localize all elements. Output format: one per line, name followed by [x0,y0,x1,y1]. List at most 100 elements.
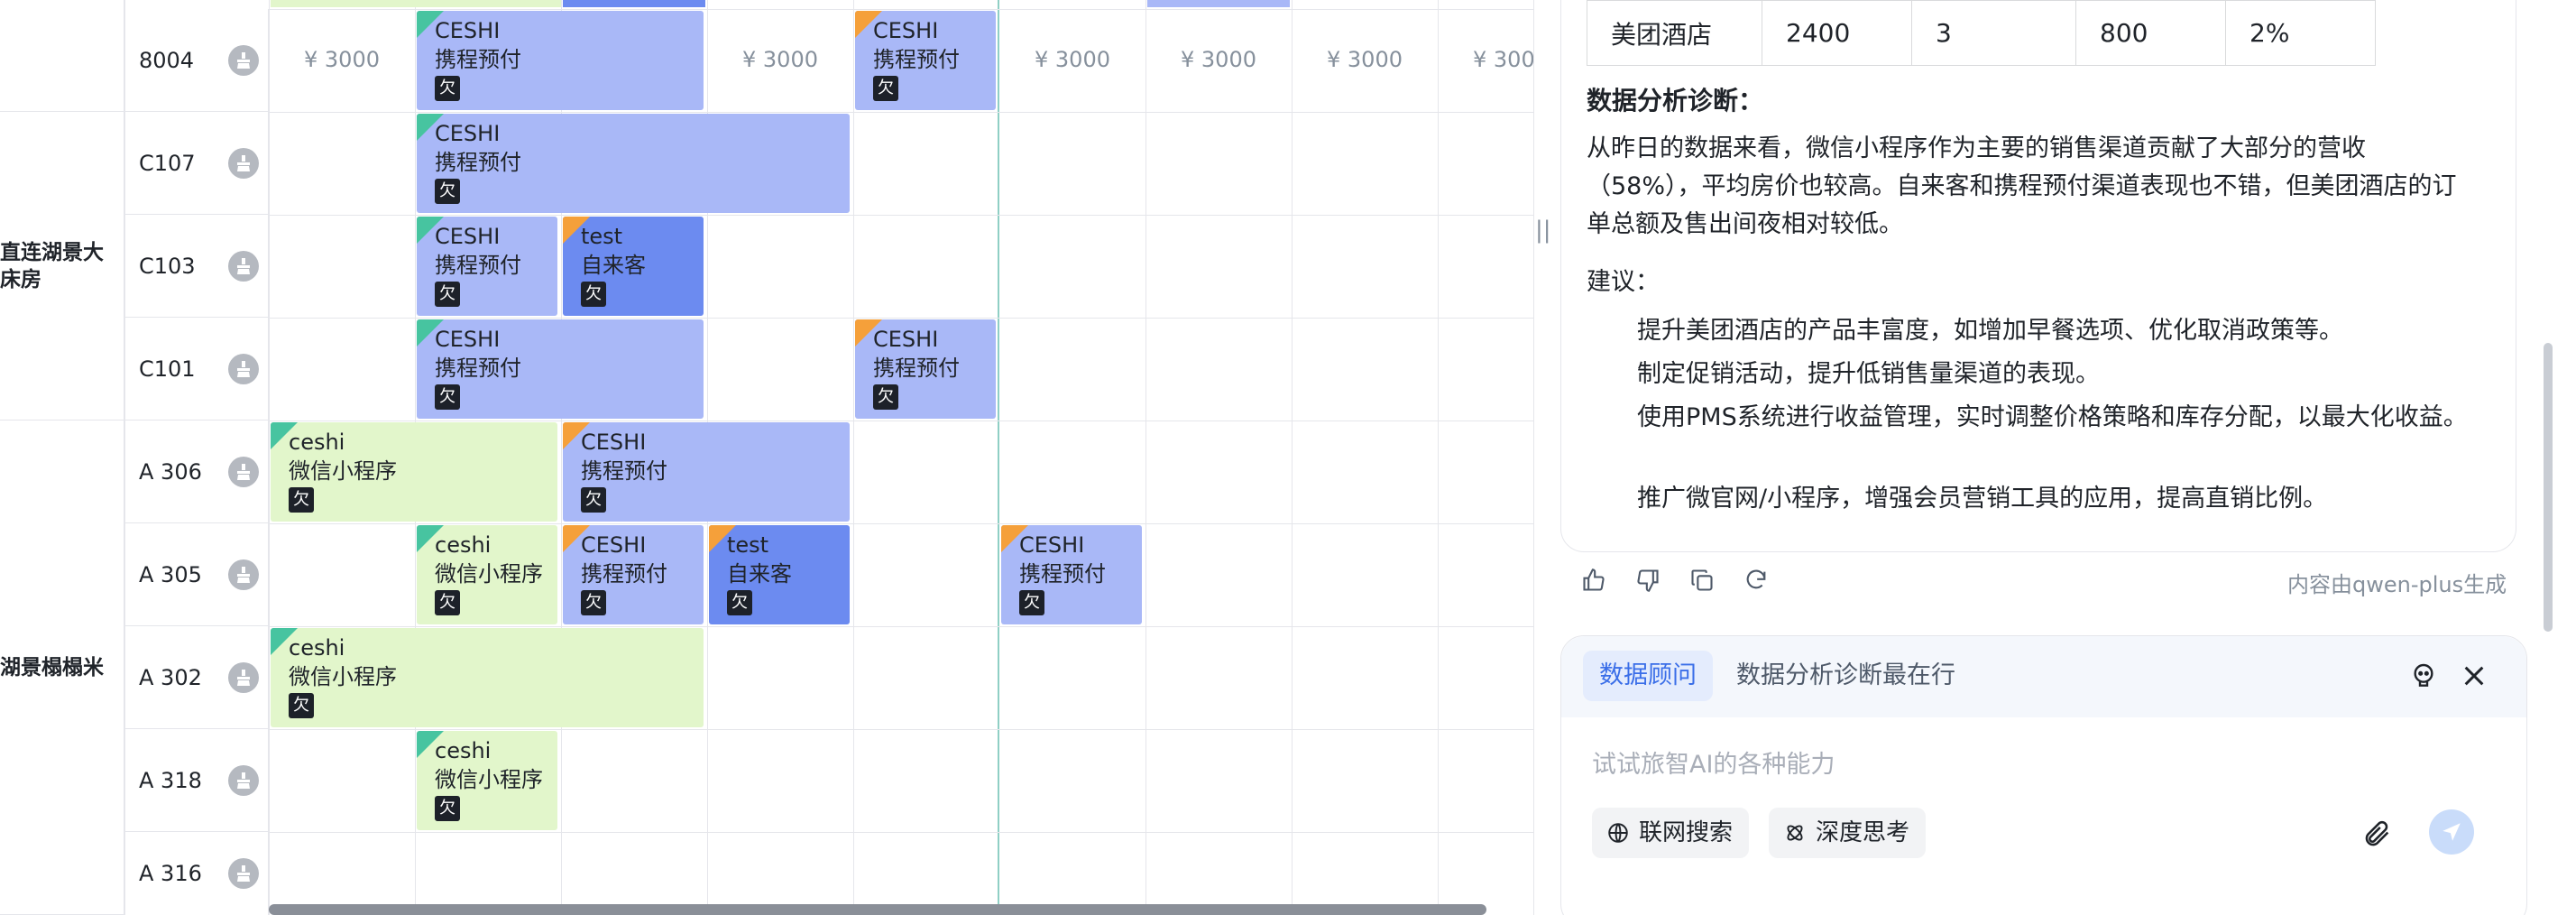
broom-icon[interactable] [228,250,259,282]
grid-line [269,626,1551,627]
booking-block-partial[interactable] [271,0,561,7]
atom-icon [1787,825,1803,841]
assistant-avatar-icon[interactable] [2409,661,2438,694]
feedback-actions [1580,567,1770,594]
suggestion-item: 使用PMS系统进行收益管理，实时调整价格策略和库存分配，以最大化收益。 [1637,403,2468,431]
grid-line [1145,0,1146,915]
copy-icon[interactable] [1688,567,1716,594]
room-calendar-grid: 直连湖景大 床房 湖景榻榻米 8004 C107 C103 C101 A 306… [0,0,1551,915]
booking-block[interactable]: ceshi 微信小程序欠 [271,628,704,727]
room-number: A 306 [139,458,202,485]
panel-vertical-scrollbar[interactable] [2544,343,2553,632]
model-credit: 内容由qwen-plus生成 [2287,572,2507,597]
guest-name: CESHI [581,532,647,558]
data-advisor-tag[interactable]: 数据顾问 [1583,651,1713,701]
room-price[interactable]: ¥ 3000 [1292,47,1438,72]
room-row-header[interactable]: A 306 [124,421,269,523]
room-row-header[interactable]: C107 [124,112,269,215]
chat-input-box: 数据顾问 数据分析诊断最在行 试试旅智AI的各种能力 联网搜索 深度思考 [1560,635,2527,915]
attachment-icon[interactable] [2362,818,2393,853]
room-row-header[interactable]: A 305 [124,523,269,626]
booking-block[interactable]: CESHI 携程预付欠 [563,422,850,522]
owed-badge: 欠 [435,179,460,204]
room-price[interactable]: ¥ 3000 [999,47,1145,72]
channel-corner-marker [417,11,444,38]
deep-think-toggle[interactable]: 深度思考 [1769,808,1927,858]
thumbs-down-icon[interactable] [1634,567,1661,594]
grid-line [269,729,1551,730]
web-search-toggle[interactable]: 联网搜索 [1592,808,1750,858]
grid-line [269,318,1551,319]
booking-block-partial[interactable] [1147,0,1290,7]
grid-line [269,523,1551,524]
chat-input[interactable]: 试试旅智AI的各种能力 [1592,744,1835,780]
grid-line [269,9,1551,10]
broom-icon[interactable] [228,661,259,693]
guest-name: CESHI [435,18,501,43]
channel-corner-marker [563,422,590,449]
room-row-header[interactable]: C103 [124,215,269,318]
room-number: C101 [139,356,196,382]
broom-icon[interactable] [228,456,259,487]
room-row-header[interactable]: 8004 [124,9,269,112]
broom-icon[interactable] [228,147,259,179]
owed-badge: 欠 [289,693,314,718]
channel-corner-marker [563,217,590,244]
room-price[interactable]: ¥ 3000 [269,47,415,72]
booking-channel: 自来客 [581,253,646,278]
room-number: C103 [139,253,196,279]
horizontal-scrollbar[interactable] [269,904,1486,915]
booking-block[interactable]: CESHI 携程预付欠 [417,319,704,419]
room-price[interactable]: ¥ 3000 [1145,47,1292,72]
channel-corner-marker [417,319,444,347]
booking-block[interactable]: CESHI 携程预付欠 [563,525,704,624]
guest-name: ceshi [435,738,492,763]
web-search-label: 联网搜索 [1639,819,1734,846]
owed-badge: 欠 [435,590,460,615]
owed-badge: 欠 [289,487,314,513]
booking-block[interactable]: CESHI 携程预付欠 [417,217,557,316]
ai-response-card: 美团酒店 2400 3 800 2% 数据分析诊断： 从昨日的数据来看，微信小程… [1560,0,2516,552]
room-type-cell [0,0,124,112]
resize-handle-icon[interactable]: || [1535,215,1551,245]
close-icon[interactable] [2460,661,2489,694]
room-row-header[interactable]: A 316 [124,832,269,915]
broom-icon[interactable] [228,353,259,384]
booking-block[interactable]: ceshi 微信小程序欠 [417,731,557,830]
booking-channel: 携程预付 [435,47,521,72]
guest-name: CESHI [581,430,647,455]
booking-block[interactable]: test 自来客欠 [709,525,850,624]
booking-block[interactable]: CESHI 携程预付欠 [417,114,850,213]
room-price[interactable]: ¥ 3000 [707,47,853,72]
room-number: A 302 [139,664,202,690]
grid-line [1292,0,1293,915]
send-button[interactable] [2429,809,2474,855]
room-row-header[interactable]: A 302 [124,626,269,729]
thumbs-up-icon[interactable] [1580,567,1607,594]
booking-block-partial[interactable] [563,0,705,7]
owed-badge: 欠 [581,282,606,307]
booking-block[interactable]: test 自来客欠 [563,217,704,316]
broom-icon[interactable] [228,858,259,889]
guest-name: ceshi [289,635,345,661]
booking-channel: 携程预付 [873,47,960,72]
booking-block[interactable]: CESHI 携程预付欠 [855,319,996,419]
today-marker-line [998,0,999,915]
room-number: 8004 [139,47,195,73]
table-cell: 2% [2225,0,2376,66]
booking-block[interactable]: CESHI 携程预付欠 [855,11,996,110]
booking-block[interactable]: ceshi 微信小程序欠 [271,422,557,522]
room-row-header[interactable]: C101 [124,318,269,421]
broom-icon[interactable] [228,764,259,796]
owed-badge: 欠 [727,590,752,615]
grid-line [269,832,1551,833]
broom-icon[interactable] [228,559,259,590]
regenerate-icon[interactable] [1743,567,1770,594]
booking-block[interactable]: CESHI 携程预付欠 [1001,525,1142,624]
broom-icon[interactable] [228,44,259,76]
booking-block[interactable]: ceshi 微信小程序欠 [417,525,557,624]
channel-corner-marker [271,422,298,449]
room-row-header[interactable]: A 318 [124,729,269,832]
booking-block[interactable]: CESHI 携程预付欠 [417,11,704,110]
channel-corner-marker [709,525,736,552]
